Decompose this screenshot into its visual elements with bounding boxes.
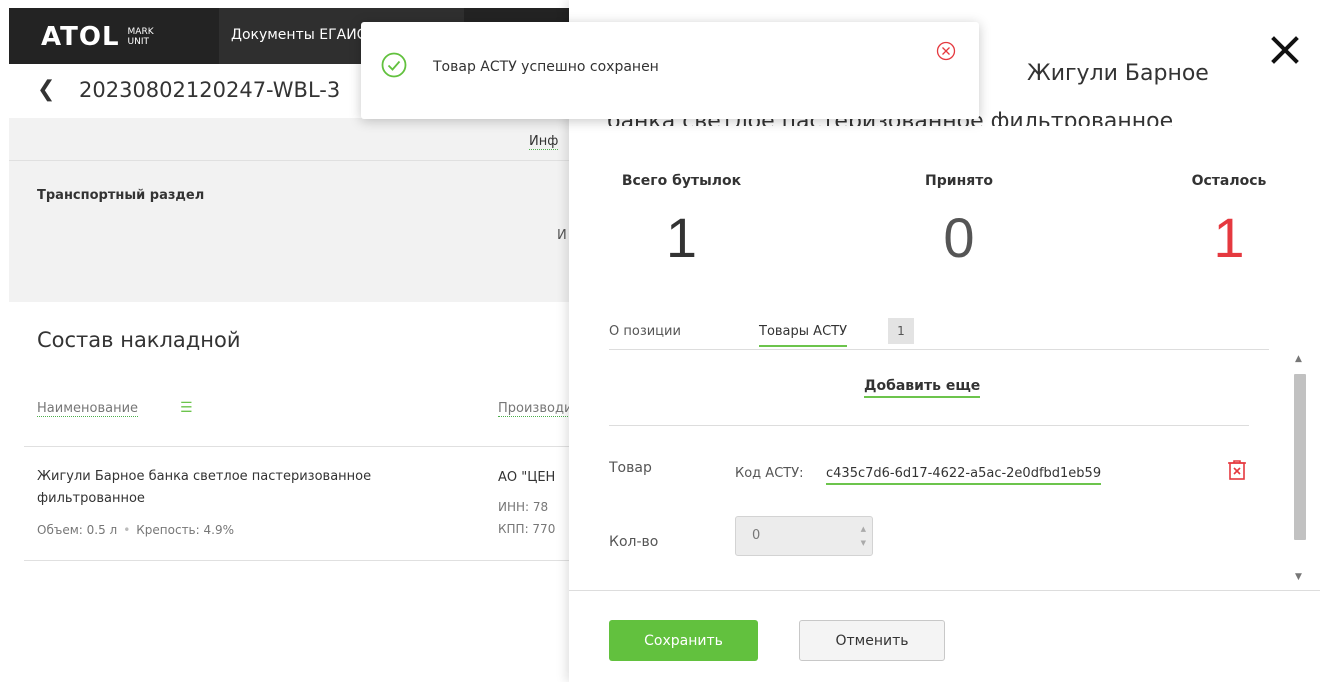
column-header-name[interactable]: Наименование <box>37 401 139 417</box>
info-tab[interactable]: Инф <box>529 134 559 150</box>
stat-remaining: Осталось 1 <box>1174 173 1284 273</box>
stat-accepted: Принято 0 <box>909 173 1009 273</box>
scroll-thumb[interactable] <box>1294 374 1306 540</box>
sort-icon[interactable]: ☰ <box>180 400 193 416</box>
cancel-button[interactable]: Отменить <box>799 620 945 661</box>
document-number: 20230802120247-WBL-3 <box>79 78 341 102</box>
stat-accepted-label: Принято <box>925 173 993 189</box>
composition-title: Состав накладной <box>37 328 241 352</box>
producer-inn: ИНН: 78 <box>498 500 549 514</box>
stat-remaining-value: 1 <box>1213 206 1245 269</box>
add-more-link[interactable]: Добавить еще <box>864 378 981 398</box>
panel-tabs: О позиции Товары АСТУ 1 <box>609 316 1269 350</box>
document-info-section: Инф Транспортный раздел И <box>9 118 569 302</box>
goods-label: Товар <box>609 460 652 476</box>
table-row-meta: Объем: 0.5 л • Крепость: 4.9% <box>37 523 234 537</box>
transport-section-label: Транспортный раздел <box>37 188 205 203</box>
save-button[interactable]: Сохранить <box>609 620 758 661</box>
divider <box>609 425 1249 426</box>
stepper-arrows-icon[interactable]: ▲ ▼ <box>861 522 866 550</box>
logo-sub-mark: MARK <box>127 27 154 37</box>
quantity-value: 0 <box>752 528 761 543</box>
atol-logo[interactable]: ATOL MARK UNIT <box>41 22 154 52</box>
page-edge <box>0 0 9 682</box>
producer-name: АО "ЦЕН <box>498 470 556 485</box>
row-strength: Крепость: 4.9% <box>136 523 234 537</box>
quantity-stepper[interactable]: 0 ▲ ▼ <box>735 516 873 556</box>
logo-text: ATOL <box>41 22 120 52</box>
info-field-label: И <box>557 228 567 243</box>
table-divider <box>24 446 569 447</box>
tab-count-badge: 1 <box>888 318 914 344</box>
quantity-label: Кол-во <box>609 534 659 550</box>
tab-about-position[interactable]: О позиции <box>609 324 681 339</box>
scroll-down-icon[interactable]: ▼ <box>1295 572 1302 582</box>
scroll-up-icon[interactable]: ▲ <box>1295 354 1302 364</box>
nav-egais-documents[interactable]: Документы ЕГАИС <box>231 27 366 43</box>
row-volume: Объем: 0.5 л <box>37 523 118 537</box>
check-circle-icon <box>381 52 407 78</box>
stat-accepted-value: 0 <box>943 206 975 269</box>
table-divider <box>24 560 569 561</box>
stat-total-label: Всего бутылок <box>621 173 742 189</box>
goods-list: Добавить еще Товар Код АСТУ: c435c7d6-6d… <box>609 352 1289 588</box>
astu-code-label: Код АСТУ: <box>735 466 804 481</box>
tab-astu-goods[interactable]: Товары АСТУ <box>759 324 848 347</box>
toast-message: Товар АСТУ успешно сохранен <box>433 59 659 75</box>
close-icon[interactable] <box>1269 34 1301 66</box>
logo-sub-unit: UNIT <box>127 37 149 47</box>
back-arrow-icon[interactable]: ❮ <box>37 77 55 102</box>
stat-total-bottles: Всего бутылок 1 <box>609 173 754 273</box>
divider <box>9 160 569 161</box>
success-toast: Товар АСТУ успешно сохранен <box>361 22 979 119</box>
delete-icon[interactable] <box>1228 460 1246 480</box>
stat-remaining-label: Осталось <box>1191 173 1267 189</box>
panel-footer: Сохранить Отменить <box>569 590 1320 682</box>
producer-kpp: КПП: 770 <box>498 522 556 536</box>
astu-code-value[interactable]: c435c7d6-6d17-4622-a5ac-2e0dfbd1eb59 <box>826 466 1102 485</box>
panel-scrollbar[interactable]: ▲ ▼ <box>1292 352 1308 588</box>
logo-subtext: MARK UNIT <box>128 27 154 47</box>
separator-dot: • <box>123 523 131 537</box>
close-circle-icon[interactable] <box>936 41 956 61</box>
table-row-title[interactable]: Жигули Барное банка светлое пастеризован… <box>37 466 477 510</box>
stat-total-value: 1 <box>665 206 698 269</box>
